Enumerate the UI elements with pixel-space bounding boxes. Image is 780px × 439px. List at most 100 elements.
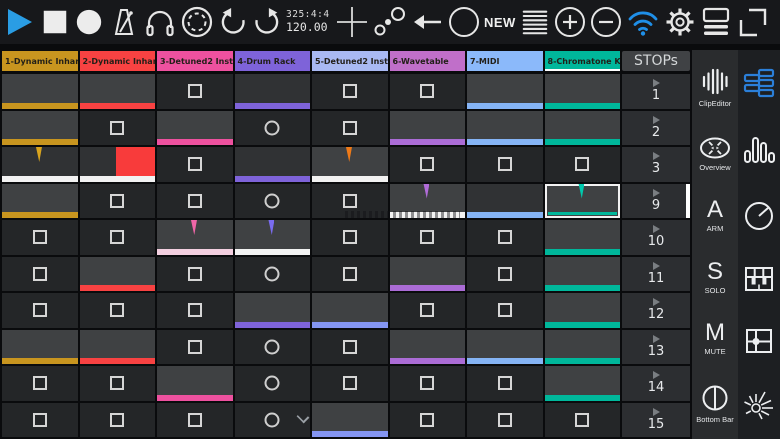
clip-stop-slot[interactable] [390,74,466,109]
rays-button[interactable] [742,388,776,422]
settings-button[interactable] [664,6,696,38]
clip-stop-slot[interactable] [390,147,466,182]
bottom-bar-button[interactable]: Bottom Bar [696,383,734,424]
clip-slot[interactable] [390,111,466,146]
clip-stop-slot[interactable] [312,220,388,255]
headphones-button[interactable] [144,6,176,38]
scene-button[interactable]: 12 [622,293,690,328]
playing-clip-slot[interactable] [235,220,311,255]
clip-slot[interactable] [545,257,621,292]
zoom-out-button[interactable] [590,6,622,38]
clip-stop-slot[interactable] [312,74,388,109]
playing-clip-slot[interactable] [80,147,156,182]
solo-button[interactable]: S SOLO [705,260,726,295]
clip-slot[interactable] [545,74,621,109]
clip-slot[interactable] [235,74,311,109]
record-slot[interactable] [235,403,311,438]
clip-slot[interactable] [467,111,543,146]
clip-stop-slot[interactable] [2,403,78,438]
track-header[interactable]: 8-Chromatone Kit [545,51,621,71]
clips-view-button[interactable] [742,67,776,101]
clip-stop-slot[interactable] [312,366,388,401]
scene-button[interactable]: 9 [622,184,690,219]
selected-clip-slot[interactable] [545,184,621,219]
clip-stop-slot[interactable] [2,293,78,328]
clip-slot[interactable] [467,330,543,365]
clip-stop-slot[interactable] [312,184,388,219]
clip-stop-slot[interactable] [157,184,233,219]
clip-stop-slot[interactable] [467,366,543,401]
clip-stop-slot[interactable] [2,366,78,401]
clip-slot[interactable] [157,111,233,146]
metronome-button[interactable] [108,6,140,38]
track-header[interactable]: 5-Detuned2 Instable [312,51,388,71]
knob-button[interactable] [743,200,775,232]
arm-button[interactable]: A ARM [707,198,724,233]
clip-slot[interactable] [467,74,543,109]
clip-stop-slot[interactable] [80,366,156,401]
clip-slot[interactable] [390,257,466,292]
play-button[interactable] [4,6,36,38]
scene-button[interactable]: 1 [622,74,690,109]
nodes-button[interactable] [372,6,408,38]
back-arrow-button[interactable] [412,6,444,38]
scene-button[interactable]: 11 [622,257,690,292]
redo-button[interactable] [252,6,282,38]
record-slot[interactable] [235,111,311,146]
loop-button[interactable] [180,5,214,39]
add-crosshair-button[interactable] [336,5,368,39]
clip-stop-slot[interactable] [312,257,388,292]
clip-slot[interactable] [545,330,621,365]
clip-editor-button[interactable]: ClipEditor [699,65,732,108]
track-header[interactable]: 3-Detuned2 Instable [157,51,233,71]
clip-stop-slot[interactable] [545,147,621,182]
zoom-in-button[interactable] [554,6,586,38]
track-header[interactable]: 4-Drum Rack [235,51,311,71]
clip-stop-slot[interactable] [80,111,156,146]
clip-stop-slot[interactable] [157,293,233,328]
playing-clip-slot[interactable] [2,147,78,182]
clip-stop-slot[interactable] [157,257,233,292]
clip-stop-slot[interactable] [390,403,466,438]
clip-stop-slot[interactable] [390,366,466,401]
scene-button[interactable]: 15 [622,403,690,438]
clip-stop-slot[interactable] [545,403,621,438]
clip-slot[interactable] [467,184,543,219]
clip-slot[interactable] [545,293,621,328]
layers-button[interactable] [700,6,732,38]
mixer-button[interactable] [742,134,776,166]
record-button[interactable] [74,6,104,38]
clip-slot[interactable] [80,257,156,292]
clip-stop-slot[interactable] [390,293,466,328]
clip-stop-slot[interactable] [312,111,388,146]
clip-slot[interactable] [545,366,621,401]
clip-stop-slot[interactable] [467,220,543,255]
record-slot[interactable] [235,330,311,365]
clip-slot[interactable] [80,330,156,365]
scene-button[interactable]: 13 [622,330,690,365]
clip-stop-slot[interactable] [157,403,233,438]
record-slot[interactable] [235,366,311,401]
wifi-button[interactable] [626,6,660,38]
clip-stop-slot[interactable] [157,147,233,182]
overview-button[interactable]: Overview [698,135,732,172]
clip-stop-slot[interactable] [80,220,156,255]
keyboard-button[interactable] [743,265,775,293]
resize-corners-button[interactable] [736,5,770,39]
clip-slot[interactable] [545,220,621,255]
new-button[interactable]: NEW [484,15,516,30]
scene-button[interactable]: 2 [622,111,690,146]
clip-slot[interactable] [235,293,311,328]
playing-clip-slot[interactable] [312,147,388,182]
track-header[interactable]: 1-Dynamic Inharmonics [2,51,78,71]
undo-button[interactable] [218,6,248,38]
track-header[interactable]: 2-Dynamic Inharmonics [80,51,156,71]
clip-stop-slot[interactable] [467,403,543,438]
clip-stop-slot[interactable] [80,403,156,438]
clip-slot[interactable] [2,330,78,365]
track-header[interactable]: 7-MIDI [467,51,543,71]
clip-stop-slot[interactable] [467,147,543,182]
record-slot[interactable] [235,257,311,292]
clip-slot[interactable] [2,111,78,146]
playing-clip-slot[interactable] [390,184,466,219]
